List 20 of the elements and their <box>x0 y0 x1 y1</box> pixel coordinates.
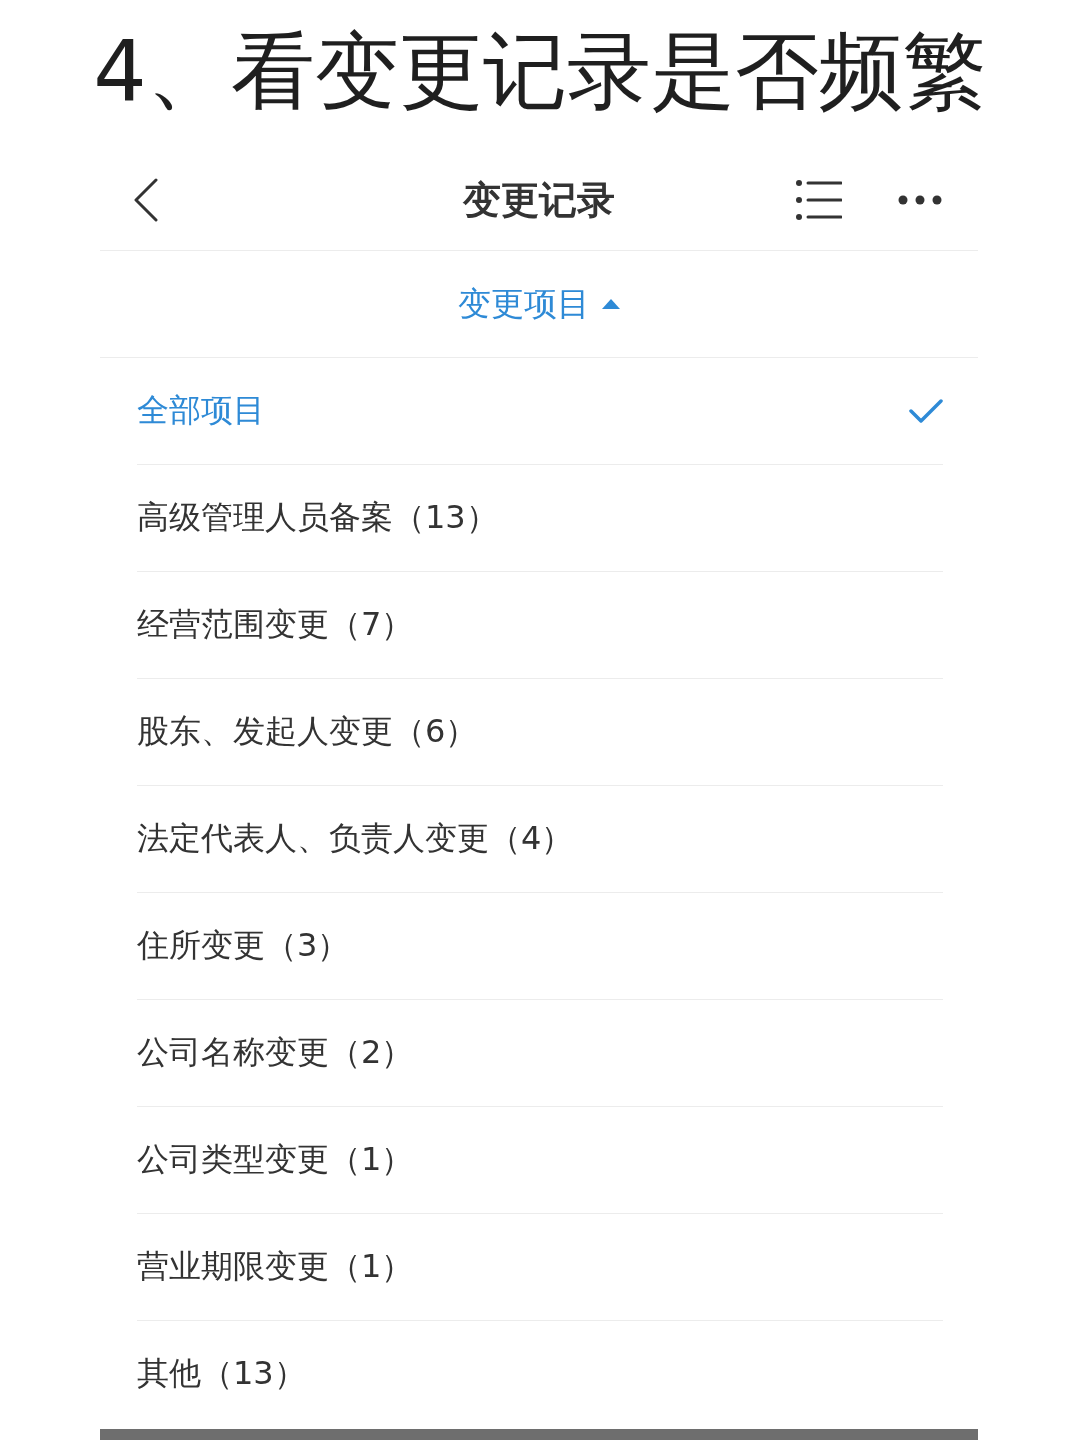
option-item[interactable]: 全部项目 <box>137 358 943 465</box>
more-button[interactable] <box>898 195 942 205</box>
option-item[interactable]: 法定代表人、负责人变更（4） <box>137 786 943 893</box>
list-icon <box>796 179 842 221</box>
option-item[interactable]: 股东、发起人变更（6） <box>137 679 943 786</box>
back-chevron-icon <box>134 178 158 222</box>
option-item[interactable]: 其他（13） <box>137 1321 943 1428</box>
check-icon <box>909 398 943 424</box>
list-button[interactable] <box>796 179 842 221</box>
option-item[interactable]: 高级管理人员备案（13） <box>137 465 943 572</box>
option-item[interactable]: 经营范围变更（7） <box>137 572 943 679</box>
headline: 4、看变更记录是否频繁 <box>93 24 987 122</box>
nav-title: 变更记录 <box>463 176 615 224</box>
filter-toggle[interactable]: 变更项目 <box>458 281 620 327</box>
back-button[interactable] <box>134 178 158 222</box>
option-item[interactable]: 公司名称变更（2） <box>137 1000 943 1107</box>
option-item[interactable]: 营业期限变更（1） <box>137 1214 943 1321</box>
option-item[interactable]: 公司类型变更（1） <box>137 1107 943 1214</box>
option-item[interactable]: 住所变更（3） <box>137 893 943 1000</box>
more-icon <box>898 195 942 205</box>
